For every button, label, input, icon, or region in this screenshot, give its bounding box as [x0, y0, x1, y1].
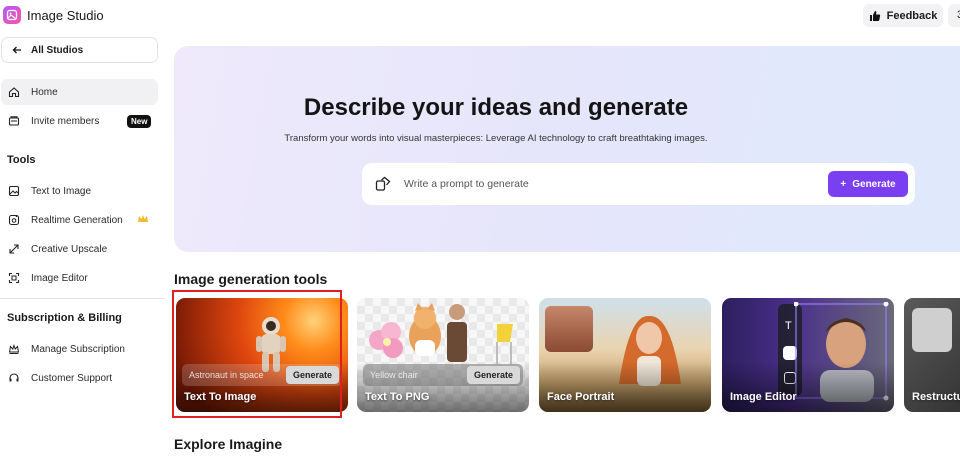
card-label: Face Portrait: [547, 391, 615, 403]
card-shade: [539, 362, 711, 412]
hero-title: Describe your ideas and generate: [303, 94, 689, 121]
tool-card-image-editor[interactable]: T Image Editor: [722, 298, 894, 412]
hero-panel: [174, 46, 960, 252]
sidebar-item-realtime-generation[interactable]: Realtime Generation: [1, 207, 158, 233]
sidebar-item-label: Manage Subscription: [31, 343, 125, 355]
card-generate-button[interactable]: Generate: [466, 366, 520, 384]
sidebar-item-customer-support[interactable]: Customer Support: [1, 365, 158, 391]
realtime-icon: [7, 214, 20, 227]
tools-heading: Image generation tools: [174, 271, 328, 287]
feedback-label: Feedback: [886, 9, 938, 22]
crown-icon: [7, 343, 20, 356]
premium-crown-icon: [138, 215, 148, 222]
card-label: Restructu: [912, 391, 960, 403]
card-shade: [722, 362, 894, 412]
restructure-thumbnail: [912, 308, 952, 352]
app-root: Image Studio Feedback 3 All Studios Home…: [0, 0, 960, 458]
image-icon: [7, 185, 20, 198]
face-thumbnail: [545, 306, 593, 352]
sidebar-item-image-editor[interactable]: Image Editor: [1, 265, 158, 291]
hero-subtitle: Transform your words into visual masterp…: [284, 133, 708, 144]
sidebar-item-label: Creative Upscale: [31, 243, 108, 255]
sidebar-divider: [0, 298, 165, 299]
invite-icon: [7, 115, 20, 128]
sidebar-item-label: Realtime Generation: [31, 214, 123, 226]
sidebar-item-label: Image Editor: [31, 272, 88, 284]
generate-button[interactable]: + Generate: [828, 171, 908, 197]
explore-heading: Explore Imagine: [174, 436, 283, 452]
tool-card-restructure[interactable]: Restructu: [904, 298, 960, 412]
account-button[interactable]: 3: [948, 4, 960, 27]
sidebar-item-label: Customer Support: [31, 372, 113, 384]
tool-card-text-to-png[interactable]: Yellow chair Generate Text To PNG: [357, 298, 529, 412]
feedback-button[interactable]: Feedback: [863, 4, 943, 27]
prompt-bar: + Generate: [362, 163, 915, 205]
all-studios-button[interactable]: All Studios: [1, 37, 158, 63]
app-logo-icon: [3, 6, 21, 24]
prompt-input[interactable]: [404, 175, 804, 193]
text-tool-icon[interactable]: T: [785, 320, 792, 332]
tool-card-face-portrait[interactable]: Face Portrait: [539, 298, 711, 412]
editor-icon: [7, 272, 20, 285]
card-prompt-field[interactable]: Yellow chair Generate: [363, 364, 523, 386]
headset-icon: [7, 372, 20, 385]
sidebar-item-creative-upscale[interactable]: Creative Upscale: [1, 236, 158, 262]
sidebar-item-label: Text to Image: [31, 185, 92, 197]
billing-section-title: Subscription & Billing: [7, 312, 122, 324]
arrow-left-icon: [12, 46, 21, 54]
generate-label: Generate: [852, 178, 896, 190]
dice-icon[interactable]: [375, 176, 391, 192]
thumbs-up-icon: [869, 10, 880, 21]
card-label: Text To PNG: [365, 391, 430, 403]
upscale-icon: [7, 243, 20, 256]
home-icon: [7, 86, 20, 99]
card-prompt-placeholder: Yellow chair: [370, 370, 418, 380]
selected-card-highlight: [172, 290, 342, 418]
sidebar-item-text-to-image[interactable]: Text to Image: [1, 178, 158, 204]
sidebar-item-manage-subscription[interactable]: Manage Subscription: [1, 336, 158, 362]
card-label: Image Editor: [730, 391, 797, 403]
tools-section-title: Tools: [7, 154, 36, 166]
plus-icon: +: [840, 178, 847, 190]
all-studios-label: All Studios: [31, 44, 84, 56]
app-title: Image Studio: [27, 8, 104, 23]
